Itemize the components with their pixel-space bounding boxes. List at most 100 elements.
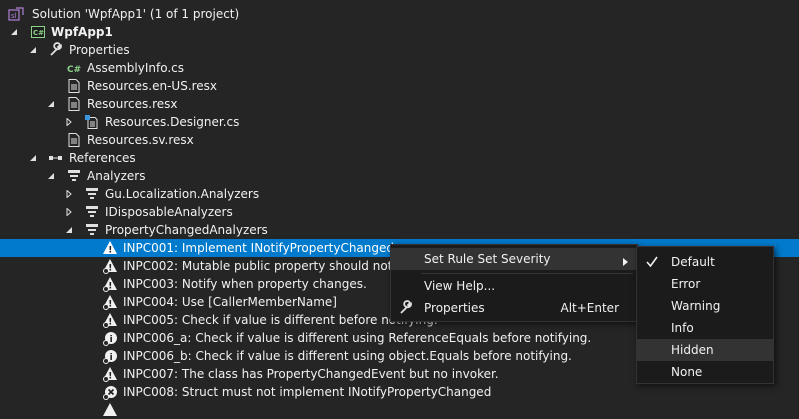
severity-submenu: Default Error Warning Info Hidden None [636, 246, 774, 384]
collapsed-arrow-icon[interactable] [63, 203, 75, 221]
tree-row-analyzers[interactable]: Analyzers [0, 167, 799, 185]
svg-text:i: i [110, 353, 113, 363]
warning-rule-icon: ! [102, 258, 118, 274]
expanded-arrow-icon[interactable] [27, 41, 39, 59]
tree-item-label: INPC004: Use [CallerMemberName] [123, 295, 337, 309]
tree-row-propertychanged-analyzers[interactable]: PropertyChangedAnalyzers [0, 221, 799, 239]
tree-item-label: INPC006_a: Check if value is different u… [123, 331, 592, 345]
warning-rule-icon: ! [102, 276, 118, 292]
expanded-arrow-icon[interactable] [27, 149, 39, 167]
expanded-arrow-icon[interactable] [45, 167, 57, 185]
tree-item-label: INPC006_b: Check if value is different u… [123, 349, 572, 363]
warning-rule-icon [102, 402, 118, 418]
tree-row-resources-sv[interactable]: Resources.sv.resx [0, 131, 799, 149]
svg-text:!: ! [108, 246, 112, 256]
solution-icon: sl [8, 6, 24, 22]
tree-item-label: Resources.en-US.resx [87, 79, 218, 93]
csharp-project-icon: C# [30, 24, 46, 40]
severity-option-label: Default [671, 255, 715, 269]
menu-item-properties[interactable]: Properties Alt+Enter [391, 297, 637, 319]
tree-row-solution[interactable]: sl Solution 'WpfApp1' (1 of 1 project) [0, 5, 799, 23]
tree-row-assemblyinfo[interactable]: C# AssemblyInfo.cs [0, 59, 799, 77]
tree-row-resources-resx[interactable]: Resources.resx [0, 95, 799, 113]
menu-item-view-help[interactable]: View Help... [391, 275, 637, 297]
resx-file-icon [66, 132, 82, 148]
tree-item-label: Resources.sv.resx [87, 133, 194, 147]
severity-option-none[interactable]: None [637, 361, 773, 383]
menu-item-label: View Help... [424, 279, 496, 293]
menu-separator [421, 273, 633, 274]
tree-row-idisposable-analyzers[interactable]: IDisposableAnalyzers [0, 203, 799, 221]
csharp-file-icon: C# [66, 60, 82, 76]
severity-option-label: Warning [671, 299, 721, 313]
tree-item-label: INPC008: Struct must not implement INoti… [123, 385, 492, 399]
expanded-arrow-icon[interactable] [8, 23, 20, 41]
tree-row-properties[interactable]: Properties [0, 41, 799, 59]
analyzer-icon [84, 204, 100, 220]
tree-item-label: References [69, 151, 136, 165]
tree-item-label: Resources.Designer.cs [105, 115, 240, 129]
severity-option-default[interactable]: Default [637, 251, 773, 273]
tree-item-label: INPC007: The class has PropertyChangedEv… [123, 367, 499, 381]
severity-option-label: Error [671, 277, 701, 291]
severity-option-error[interactable]: Error [637, 273, 773, 295]
severity-option-info[interactable]: Info [637, 317, 773, 339]
analyzer-icon [84, 186, 100, 202]
warning-rule-icon: ! [102, 312, 118, 328]
severity-option-warning[interactable]: Warning [637, 295, 773, 317]
svg-text:sl: sl [11, 12, 17, 20]
resx-file-icon [66, 96, 82, 112]
info-rule-icon: i [102, 348, 118, 364]
wrench-icon [398, 300, 414, 316]
menu-item-label: Set Rule Set Severity [424, 252, 551, 266]
context-menu: Set Rule Set Severity View Help... Prope… [390, 244, 638, 322]
svg-text:!: ! [108, 372, 112, 382]
expanded-arrow-icon[interactable] [63, 221, 75, 239]
tree-row-project[interactable]: C# WpfApp1 [0, 23, 799, 41]
svg-text:!: ! [108, 318, 112, 328]
severity-option-label: Info [671, 321, 694, 335]
analyzer-icon [66, 168, 82, 184]
severity-option-label: None [671, 365, 703, 379]
menu-item-set-rule-set-severity[interactable]: Set Rule Set Severity [391, 248, 637, 270]
wrench-icon [48, 42, 64, 58]
tree-row-resources-designer[interactable]: Resources.Designer.cs [0, 113, 799, 131]
tree-item-label: WpfApp1 [51, 25, 113, 39]
svg-text:!: ! [108, 300, 112, 310]
svg-text:C#: C# [67, 65, 81, 75]
resx-file-icon [66, 78, 82, 94]
tree-item-label: IDisposableAnalyzers [105, 205, 233, 219]
tree-row-references[interactable]: References [0, 149, 799, 167]
svg-text:!: ! [108, 282, 112, 292]
tree-row-gu-localization-analyzers[interactable]: Gu.Localization.Analyzers [0, 185, 799, 203]
submenu-arrow-icon [623, 255, 629, 269]
info-rule-icon: i [102, 330, 118, 346]
svg-text:!: ! [108, 264, 112, 274]
svg-text:i: i [110, 335, 113, 345]
tree-row-inpc008[interactable]: INPC008: Struct must not implement INoti… [0, 383, 799, 401]
severity-option-label: Hidden [671, 343, 714, 357]
expanded-arrow-icon[interactable] [45, 95, 57, 113]
tree-row-resources-en-us[interactable]: Resources.en-US.resx [0, 77, 799, 95]
menu-item-shortcut: Alt+Enter [560, 301, 619, 315]
warning-rule-icon: ! [102, 240, 118, 256]
tree-item-label: Gu.Localization.Analyzers [105, 187, 260, 201]
warning-rule-icon: ! [102, 294, 118, 310]
warning-rule-icon: ! [102, 366, 118, 382]
tree-item-label: INPC001: Implement INotifyPropertyChange… [123, 241, 398, 255]
tree-item-label: AssemblyInfo.cs [87, 61, 185, 75]
collapsed-arrow-icon[interactable] [63, 185, 75, 203]
checkmark-icon [645, 255, 659, 272]
severity-option-hidden[interactable]: Hidden [637, 339, 773, 361]
menu-item-label: Properties [424, 301, 485, 315]
tree-item-label: Analyzers [87, 169, 146, 183]
analyzer-icon [84, 222, 100, 238]
tree-item-label: INPC003: Notify when property changes. [123, 277, 367, 291]
collapsed-arrow-icon[interactable] [63, 113, 75, 131]
tree-item-label: Solution 'WpfApp1' (1 of 1 project) [32, 7, 240, 21]
tree-item-label: PropertyChangedAnalyzers [105, 223, 268, 237]
tree-item-label: INPC002: Mutable public property should … [123, 259, 409, 273]
designer-file-icon [84, 114, 100, 130]
references-icon [48, 150, 64, 166]
error-rule-icon [102, 384, 118, 400]
